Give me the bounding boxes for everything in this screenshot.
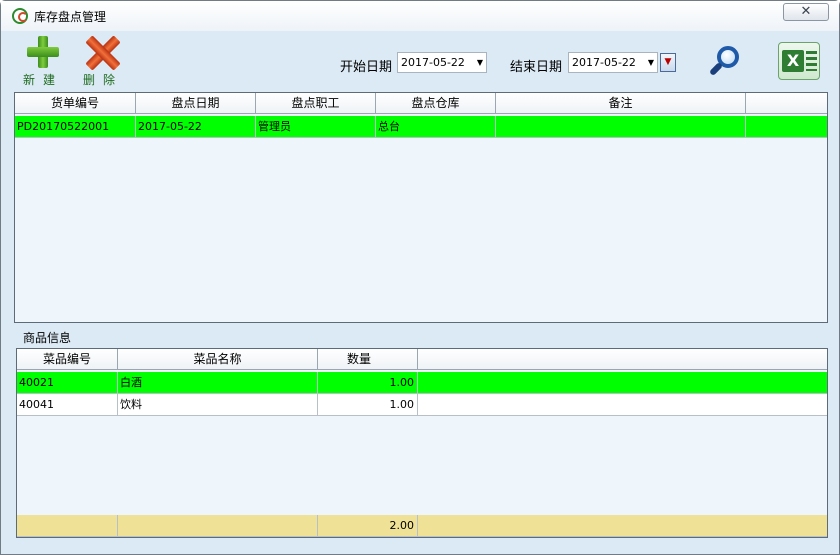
total-empty-cell: [17, 515, 118, 537]
warehouse-cell[interactable]: 总台: [376, 116, 496, 138]
delete-button-label: 删除: [83, 73, 124, 87]
chevron-down-icon[interactable]: ▼: [477, 53, 483, 72]
column-header[interactable]: 菜品编号: [17, 349, 118, 370]
qty-cell[interactable]: 1.00: [318, 372, 418, 394]
end-date-value: 2017-05-22: [572, 56, 636, 69]
column-header[interactable]: 盘点职工: [256, 93, 376, 114]
total-empty-cell: [118, 515, 318, 537]
table-row[interactable]: 40041 饮料 1.00: [17, 394, 827, 416]
filler-cell: [418, 372, 827, 394]
excel-icon[interactable]: X: [778, 42, 820, 80]
app-logo-icon: [12, 8, 28, 24]
column-header-filler: [418, 349, 827, 370]
code-cell[interactable]: 40021: [17, 372, 118, 394]
end-date-label: 结束日期: [510, 60, 563, 75]
total-qty-cell: 2.00: [318, 515, 418, 537]
start-date-value: 2017-05-22: [401, 56, 465, 69]
column-header[interactable]: 菜品名称: [118, 349, 318, 370]
filler-cell: [418, 394, 827, 416]
end-date-picker[interactable]: 2017-05-22 ▼: [568, 52, 658, 73]
column-header[interactable]: 盘点仓库: [376, 93, 496, 114]
column-header[interactable]: 货单编号: [15, 93, 136, 114]
end-date-dropdown-button[interactable]: ▼: [660, 53, 676, 72]
code-cell[interactable]: 40041: [17, 394, 118, 416]
toolbar: 新建 删除 开始日期 2017-05-22 ▼ 结束日期 2017-05-22 …: [7, 31, 835, 91]
column-header[interactable]: 盘点日期: [136, 93, 256, 114]
column-header[interactable]: 备注: [496, 93, 746, 114]
name-cell[interactable]: 白酒: [118, 372, 318, 394]
search-icon[interactable]: [707, 44, 743, 80]
inventory-grid: 货单编号 盘点日期 盘点职工 盘点仓库 备注 PD20170522001 201…: [14, 92, 828, 323]
qty-cell[interactable]: 1.00: [318, 394, 418, 416]
date-cell[interactable]: 2017-05-22: [136, 116, 256, 138]
column-header-filler: [746, 93, 827, 114]
new-button[interactable]: 新建: [19, 36, 64, 87]
new-button-label: 新建: [23, 73, 64, 87]
title-bar: 库存盘点管理 ✕: [1, 1, 839, 31]
goods-grid: 菜品编号 菜品名称 数量 40021 白酒 1.00 40041 饮料 1.00: [16, 348, 828, 538]
column-header[interactable]: 数量: [318, 349, 418, 370]
close-button[interactable]: ✕: [783, 3, 829, 21]
window-title: 库存盘点管理: [34, 10, 107, 24]
note-cell[interactable]: [496, 116, 746, 138]
goods-section-label: 商品信息: [23, 331, 72, 345]
staff-cell[interactable]: 管理员: [256, 116, 376, 138]
chevron-down-icon[interactable]: ▼: [648, 53, 654, 72]
plus-icon: [27, 36, 59, 68]
order-no-cell[interactable]: PD20170522001: [15, 116, 136, 138]
start-date-label: 开始日期: [340, 60, 393, 75]
total-empty-cell: [418, 515, 827, 537]
table-row[interactable]: 40021 白酒 1.00: [17, 372, 827, 394]
total-row: 2.00: [17, 515, 827, 537]
goods-grid-header: 菜品编号 菜品名称 数量: [17, 349, 827, 370]
filler-cell: [746, 116, 827, 138]
delete-x-icon: [85, 35, 121, 71]
name-cell[interactable]: 饮料: [118, 394, 318, 416]
delete-button[interactable]: 删除: [79, 35, 124, 87]
main-window: 库存盘点管理 ✕ 新建 删除 开始日期 2017-05-22 ▼ 结束日期 20…: [0, 0, 840, 555]
client-area: 新建 删除 开始日期 2017-05-22 ▼ 结束日期 2017-05-22 …: [7, 31, 835, 550]
start-date-picker[interactable]: 2017-05-22 ▼: [397, 52, 487, 73]
inventory-grid-header: 货单编号 盘点日期 盘点职工 盘点仓库 备注: [15, 93, 827, 114]
table-row[interactable]: PD20170522001 2017-05-22 管理员 总台: [15, 116, 827, 138]
